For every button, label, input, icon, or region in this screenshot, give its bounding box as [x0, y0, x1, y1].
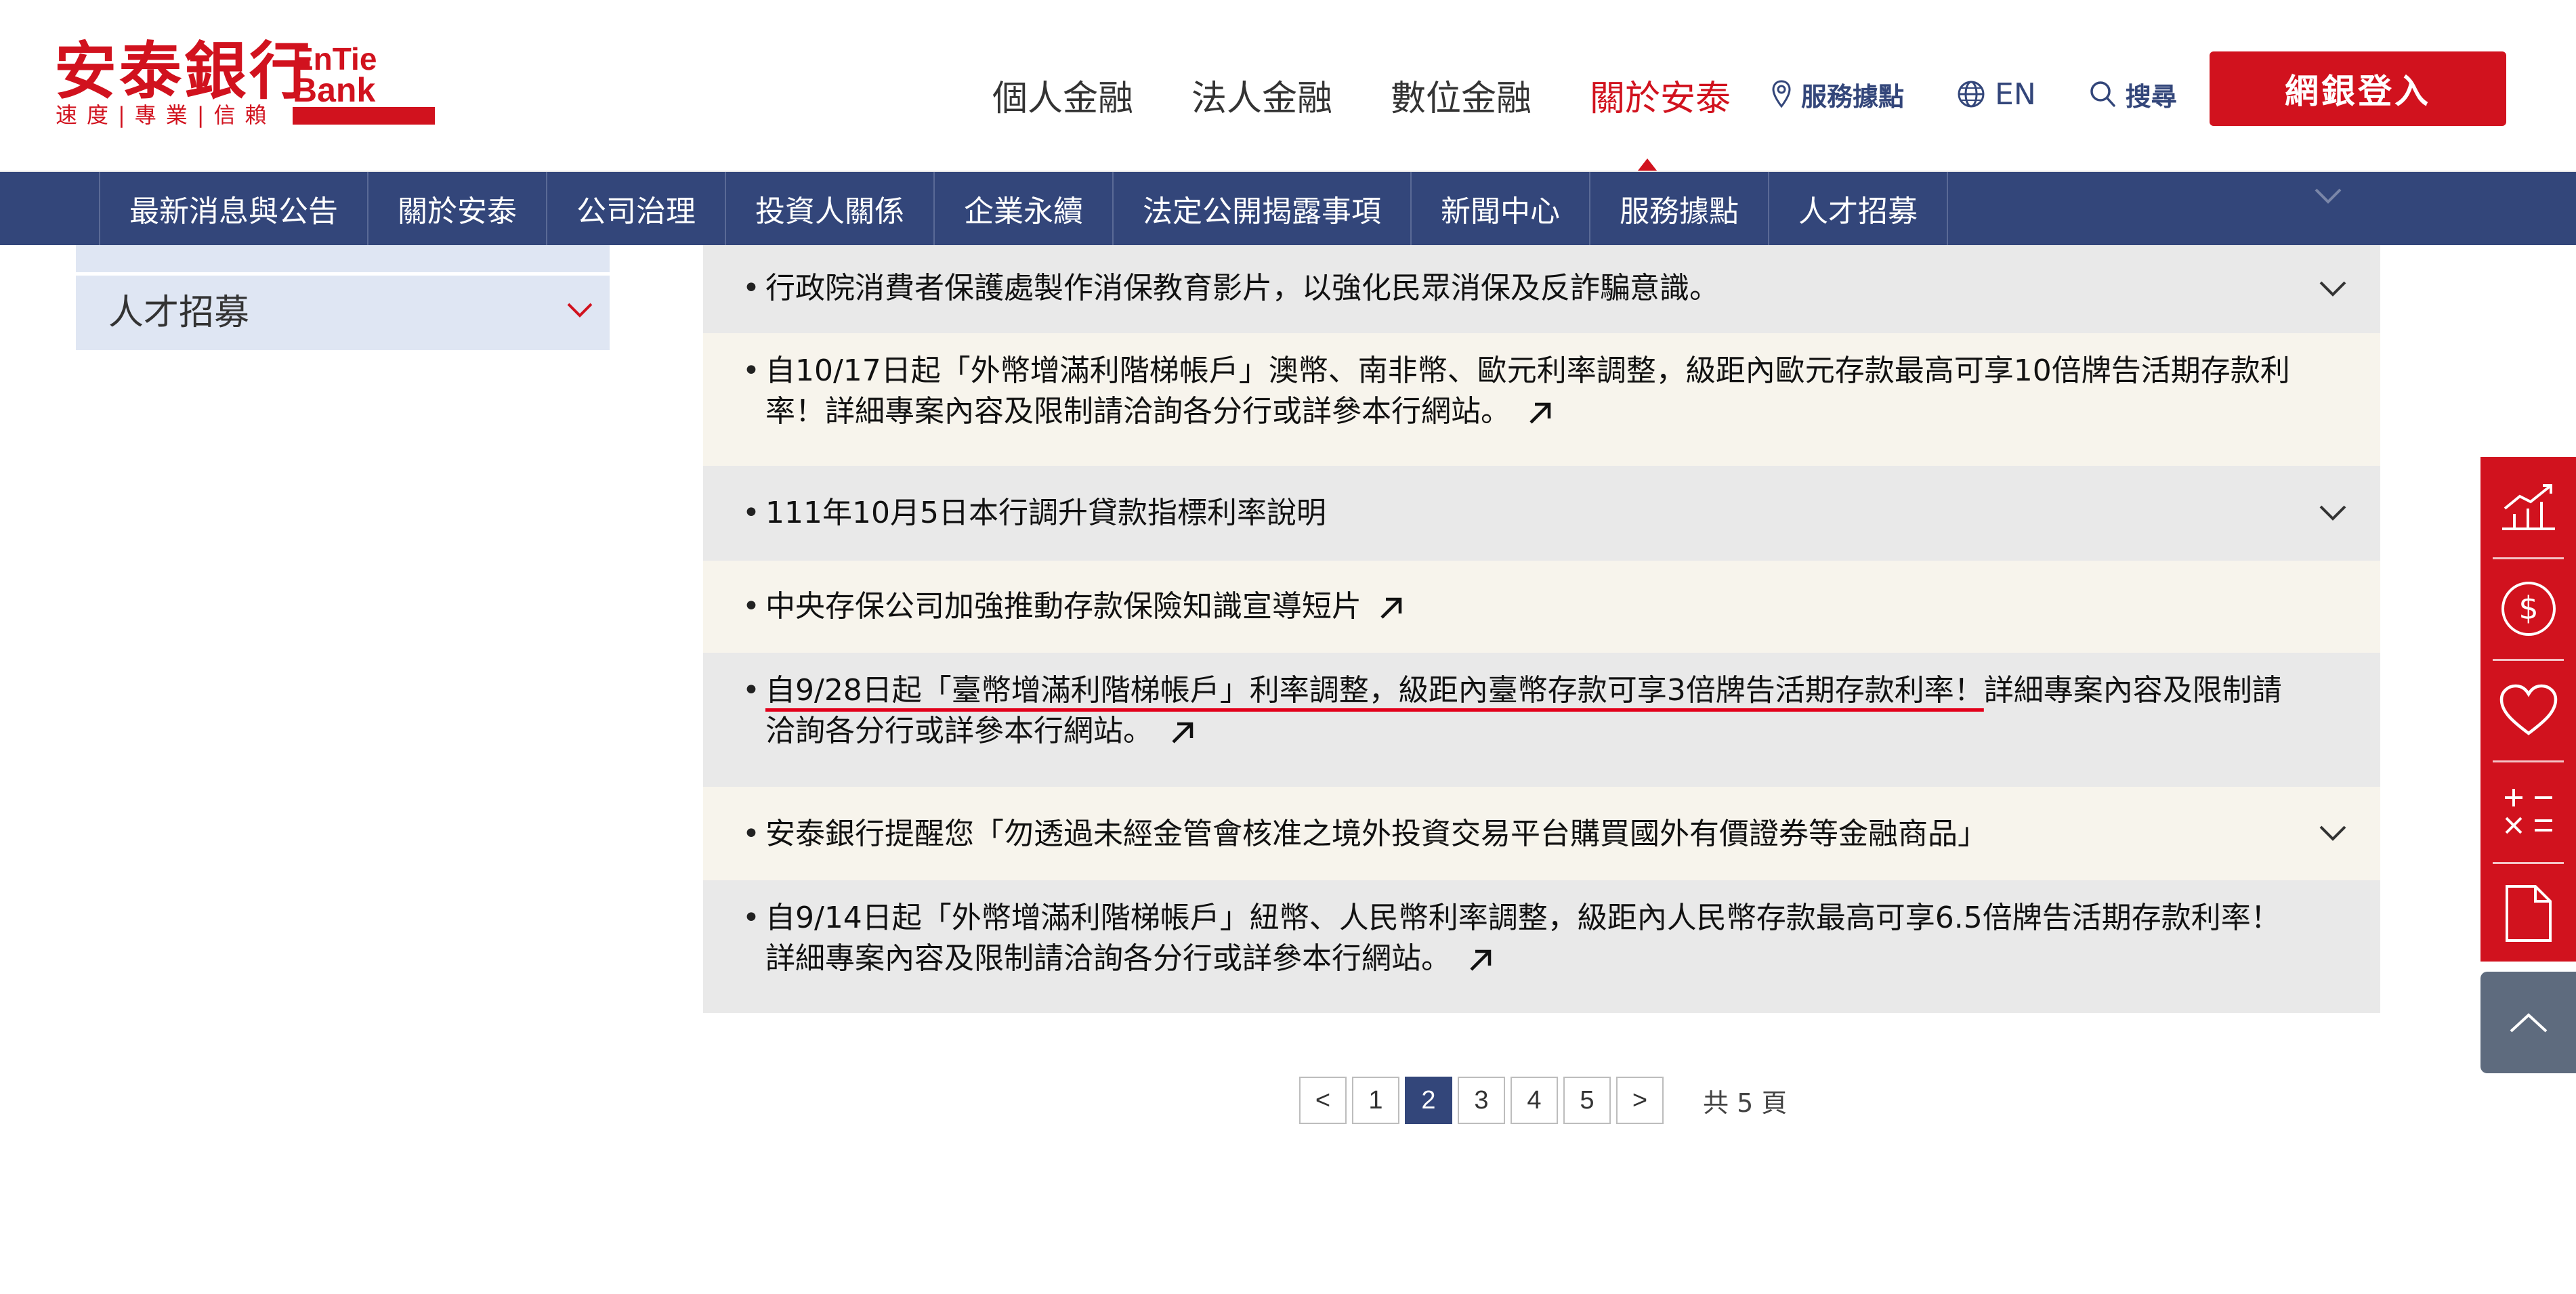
floating-toolbar: $: [2480, 457, 2576, 962]
external-link-arrow-icon[interactable]: [1527, 400, 1554, 427]
language-switch[interactable]: EN: [1957, 77, 2036, 112]
entie-bank-logo[interactable]: 安泰銀行 速度|專業|信賴 EnTie Bank: [54, 35, 435, 128]
news-item[interactable]: • 行政院消費者保護處製作消保教育影片，以強化民眾消保及反詐騙意識。: [703, 245, 2380, 333]
rate-chart-icon: [2501, 484, 2555, 530]
sidebar-item-partial[interactable]: [76, 245, 610, 272]
document-icon: [2505, 885, 2552, 942]
subnav-locations[interactable]: 服務據點: [1590, 172, 1769, 245]
about-subnav-bar: 最新消息與公告 關於安泰 公司治理 投資人關係 企業永續 法定公開揭露事項 新聞…: [0, 172, 2576, 245]
active-nav-indicator: [1638, 158, 1657, 171]
documents-button[interactable]: [2480, 863, 2576, 964]
main-nav-digital[interactable]: 數位金融: [1391, 70, 1532, 121]
news-title: 行政院消費者保護處製作消保教育影片，以強化民眾消保及反詐騙意識。: [765, 271, 1719, 305]
news-item[interactable]: • 111年10月5日本行調升貸款指標利率說明: [703, 466, 2380, 561]
back-to-top-button[interactable]: [2480, 972, 2576, 1073]
search-label: 搜尋: [2125, 81, 2177, 112]
chevron-down-icon: [567, 303, 593, 318]
subnav-sustainability[interactable]: 企業永續: [935, 172, 1114, 245]
page-button[interactable]: 5: [1563, 1077, 1611, 1124]
bullet: •: [742, 901, 760, 935]
chevron-up-icon: [2510, 1013, 2547, 1033]
news-item[interactable]: • 自9/14日起「外幣增滿利階梯帳戶」紐幣、人民幣利率調整，級距內人民幣存款最…: [703, 880, 2380, 1013]
chevron-down-icon: [2315, 188, 2342, 204]
online-banking-login-button[interactable]: 網銀登入: [2210, 51, 2506, 126]
site-header: 安泰銀行 速度|專業|信賴 EnTie Bank 個人金融 法人金融 數位金融 …: [0, 0, 2576, 172]
logo-tagline: 速度|專業|信賴: [56, 102, 276, 128]
news-item[interactable]: • 安泰銀行提醒您「勿透過未經金管會核准之境外投資交易平台購買國外有價證券等金融…: [703, 787, 2380, 880]
subnav-latest-news[interactable]: 最新消息與公告: [100, 172, 368, 245]
next-page-button[interactable]: >: [1616, 1077, 1664, 1124]
rates-tool-button[interactable]: [2480, 457, 2576, 557]
news-item[interactable]: • 中央存保公司加強推動存款保險知識宣導短片: [703, 561, 2380, 653]
main-nav-corporate[interactable]: 法人金融: [1191, 70, 1332, 121]
subnav-governance[interactable]: 公司治理: [547, 172, 726, 245]
locations-link[interactable]: 服務據點: [1771, 76, 1904, 113]
bullet: •: [742, 817, 760, 851]
bullet: •: [742, 271, 760, 305]
subnav-items: 最新消息與公告 關於安泰 公司治理 投資人關係 企業永續 法定公開揭露事項 新聞…: [99, 172, 1948, 245]
news-item-highlighted[interactable]: • 自9/28日起「臺幣增滿利階梯帳戶」利率調整，級距內臺幣存款可享3倍牌告活期…: [703, 653, 2380, 787]
map-pin-icon: [1772, 80, 1791, 108]
globe-icon: [1958, 81, 1985, 108]
page-button[interactable]: 1: [1352, 1077, 1399, 1124]
bullet: •: [742, 353, 760, 388]
subnav-about[interactable]: 關於安泰: [368, 172, 547, 245]
prev-page-button[interactable]: <: [1299, 1077, 1347, 1124]
calculator-icon: [2504, 789, 2552, 834]
subnav-investor-relations[interactable]: 投資人關係: [726, 172, 935, 245]
bullet: •: [742, 496, 760, 530]
pagination: < 1 2 3 4 5 > 共 5 頁: [1299, 1077, 1787, 1124]
news-title: 自9/14日起「外幣增滿利階梯帳戶」紐幣、人民幣利率調整，級距內人民幣存款最高可…: [765, 901, 2281, 976]
svg-text:$: $: [2518, 590, 2538, 626]
news-title: 自9/28日起「臺幣增滿利階梯帳戶」利率調整，級距內臺幣存款可享3倍牌告活期存款…: [765, 673, 2282, 748]
news-title: 中央存保公司加強推動存款保險知識宣導短片: [765, 586, 2299, 627]
news-list: • 行政院消費者保護處製作消保教育影片，以強化民眾消保及反詐騙意識。 • 自10…: [703, 245, 2380, 1013]
chevron-down-icon[interactable]: [2318, 504, 2348, 523]
bullet: •: [742, 673, 760, 708]
favorites-button[interactable]: [2480, 660, 2576, 760]
red-underlined-text: 自9/28日起「臺幣增滿利階梯帳戶」利率調整，級距內臺幣存款可享3倍牌告活期存款…: [765, 673, 1984, 708]
logo-english-line1: EnTie: [293, 41, 377, 77]
sidebar-item-careers[interactable]: 人才招募: [76, 276, 610, 350]
main-nav-personal[interactable]: 個人金融: [992, 70, 1133, 121]
subnav-disclosures[interactable]: 法定公開揭露事項: [1114, 172, 1412, 245]
bullet: •: [742, 589, 760, 624]
news-title: 自10/17日起「外幣增滿利階梯帳戶」澳幣、南非幣、歐元利率調整，級距內歐元存款…: [765, 353, 2290, 429]
dollar-icon: $: [2501, 582, 2556, 636]
chevron-down-icon[interactable]: [2318, 824, 2348, 843]
external-link-arrow-icon[interactable]: [1169, 719, 1196, 746]
chevron-down-icon[interactable]: [2318, 280, 2348, 299]
sidebar-item-label: 人才招募: [108, 293, 250, 333]
external-link-arrow-icon[interactable]: [1467, 947, 1494, 974]
total-pages-label: 共 5 頁: [1703, 1087, 1788, 1118]
subnav-newsroom[interactable]: 新聞中心: [1412, 172, 1590, 245]
header-utilities: 服務據點 EN 搜尋: [1771, 70, 2230, 118]
page-button[interactable]: 4: [1511, 1077, 1558, 1124]
main-nav: 個人金融 法人金融 數位金融 關於安泰: [992, 68, 1789, 122]
logo-chinese-name: 安泰銀行: [54, 35, 315, 108]
logo-english-line2: Bank: [293, 71, 376, 109]
heart-icon: [2499, 684, 2557, 735]
language-label: EN: [1995, 77, 2036, 112]
exchange-rate-button[interactable]: $: [2480, 559, 2576, 659]
search-icon: [2090, 81, 2115, 107]
news-title: 111年10月5日本行調升貸款指標利率說明: [765, 496, 1326, 530]
logo-red-bar: [293, 107, 435, 125]
news-item[interactable]: • 自10/17日起「外幣增滿利階梯帳戶」澳幣、南非幣、歐元利率調整，級距內歐元…: [703, 333, 2380, 466]
page-button[interactable]: 3: [1458, 1077, 1505, 1124]
calculator-button[interactable]: [2480, 762, 2576, 862]
search-link[interactable]: 搜尋: [2089, 76, 2177, 113]
current-page-button[interactable]: 2: [1405, 1077, 1452, 1124]
subnav-careers[interactable]: 人才招募: [1769, 172, 1948, 245]
news-title: 安泰銀行提醒您「勿透過未經金管會核准之境外投資交易平台購買國外有價證券等金融商品…: [765, 817, 1987, 851]
external-link-arrow-icon[interactable]: [1378, 595, 1405, 622]
main-nav-about[interactable]: 關於安泰: [1590, 70, 1731, 121]
locations-label: 服務據點: [1801, 81, 1905, 112]
